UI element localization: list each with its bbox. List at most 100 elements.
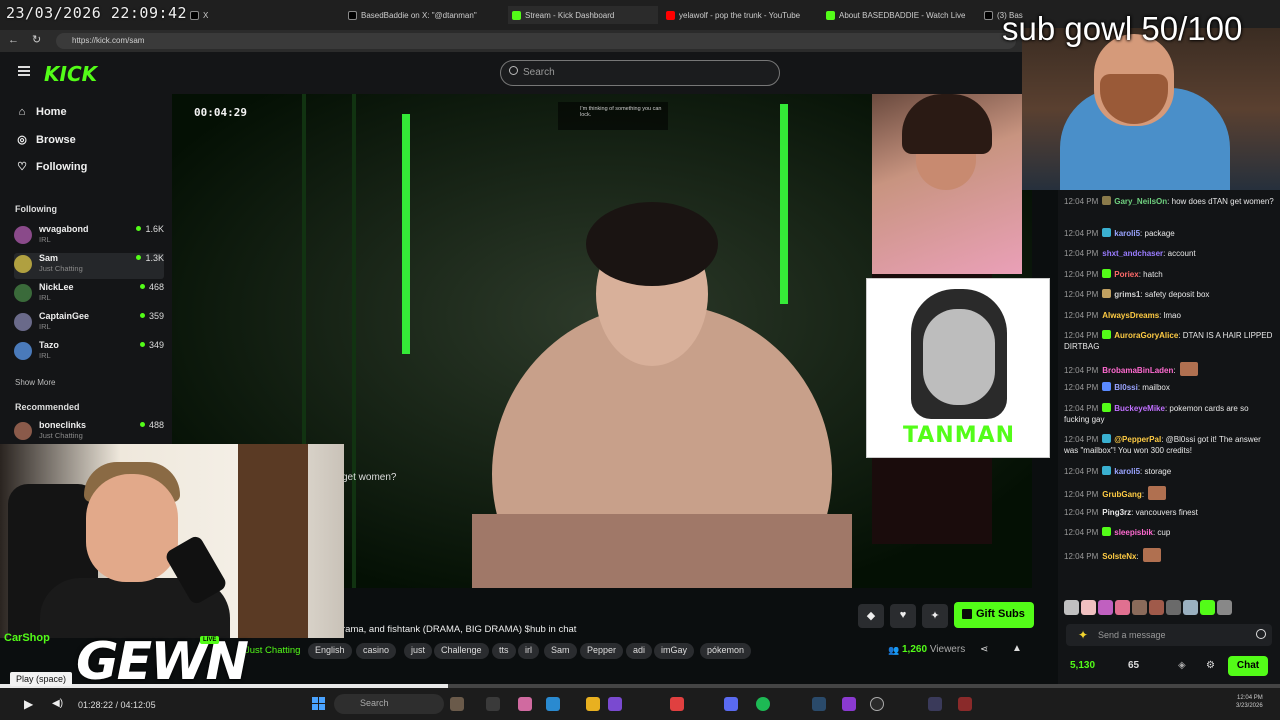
channel-item[interactable]: NickLee IRL 468 <box>14 282 164 308</box>
emote[interactable] <box>1115 600 1130 615</box>
nav-browse[interactable]: ◎ Browse <box>16 133 76 147</box>
report-icon[interactable]: ▲ <box>1012 643 1022 654</box>
tag[interactable]: Challenge <box>434 643 489 659</box>
tag[interactable]: adi <box>626 643 653 659</box>
channel-item[interactable]: boneclinks Just Chatting 488 <box>14 420 164 446</box>
windows-start-icon[interactable] <box>312 697 326 711</box>
browser-tab-active[interactable]: Stream - Kick Dashboard <box>508 6 658 24</box>
heart-icon: ♡ <box>17 161 27 173</box>
channel-item[interactable]: wvagabond IRL 1.6K <box>14 224 164 250</box>
message-username[interactable]: AuroraGoryAlice <box>1114 331 1178 340</box>
message-username[interactable]: SolsteNx <box>1102 552 1136 561</box>
message-time: 12:04 PM <box>1064 197 1099 206</box>
app-icon[interactable] <box>842 697 856 711</box>
notification-bell-button[interactable]: ◆ <box>858 604 884 628</box>
store-count[interactable]: 65 <box>1128 660 1139 671</box>
gift-icon[interactable]: ◈ <box>1178 660 1186 671</box>
clip-button[interactable]: ✦ <box>922 604 948 628</box>
tag[interactable]: tts <box>492 643 516 659</box>
search-input[interactable]: Search <box>500 60 780 86</box>
volume-icon[interactable]: ◀) <box>52 698 63 709</box>
browser-tab[interactable]: BasedBaddie on X: "@dtanman" <box>348 6 498 24</box>
emote[interactable] <box>1183 600 1198 615</box>
channel-item-active[interactable]: Sam Just Chatting 1.3K <box>14 253 164 279</box>
message-username[interactable]: karoli5 <box>1114 229 1140 238</box>
message-username[interactable]: sleepisbik <box>1114 528 1153 537</box>
x-logo-icon <box>190 10 199 20</box>
share-icon[interactable]: ⋖ <box>980 644 988 655</box>
emote[interactable] <box>1098 600 1113 615</box>
channel-item[interactable]: CaptainGee IRL 359 <box>14 311 164 337</box>
nav-home[interactable]: ⌂ Home <box>16 106 67 118</box>
chat-panel: 12:04 PM Gary_NeilsOn: how does dTAN get … <box>1058 190 1280 686</box>
tag[interactable]: pókemon <box>700 643 752 659</box>
emote <box>1142 547 1161 562</box>
emote[interactable] <box>1166 600 1181 615</box>
channel-item[interactable]: Tazo IRL 349 <box>14 340 164 366</box>
show-more-link[interactable]: Show More <box>15 378 55 387</box>
message-username[interactable]: AlwaysDreams <box>1102 311 1159 320</box>
emote[interactable] <box>1064 600 1079 615</box>
app-icon[interactable] <box>670 697 684 711</box>
url-field[interactable]: https://kick.com/sam <box>56 33 1016 49</box>
nav-following[interactable]: ♡ Following <box>16 160 87 174</box>
message-username[interactable]: Ping3rz <box>1102 508 1131 517</box>
file-explorer-icon[interactable] <box>486 697 500 711</box>
app-icon[interactable] <box>518 697 532 711</box>
overlay-image-tanman: TANMAN <box>866 278 1050 458</box>
browser-tab[interactable]: yelawolf - pop the trunk - YouTube <box>666 6 816 24</box>
message-username[interactable]: GrubGang <box>1102 490 1142 499</box>
kick-logo[interactable]: KICK <box>44 62 97 86</box>
obs-icon[interactable] <box>870 697 884 711</box>
kick-header: KICK Search <box>0 52 1060 94</box>
tag[interactable]: Sam <box>544 643 577 659</box>
app-icon[interactable] <box>958 697 972 711</box>
emote[interactable] <box>1200 600 1215 615</box>
chat-send-button[interactable]: Chat <box>1228 656 1268 676</box>
message-text: : <box>1136 551 1139 561</box>
message-username[interactable]: Bl0ssi <box>1114 383 1138 392</box>
message-username[interactable]: Gary_NeilsOn <box>1114 197 1167 206</box>
message-username[interactable]: BrobamaBinLaden <box>1102 366 1173 375</box>
discord-icon[interactable] <box>724 697 738 711</box>
edge-browser-icon[interactable] <box>546 697 560 711</box>
tag[interactable]: just <box>404 643 433 659</box>
tag[interactable]: Pepper <box>580 643 624 659</box>
steam-icon[interactable] <box>812 697 826 711</box>
emote[interactable] <box>1217 600 1232 615</box>
follow-button[interactable]: ♥ <box>890 604 916 628</box>
browser-tab[interactable]: X <box>190 6 330 24</box>
back-arrow-icon[interactable]: ← <box>8 34 19 46</box>
message-username[interactable]: Poriex <box>1114 270 1138 279</box>
gear-icon[interactable]: ⚙ <box>1206 660 1215 671</box>
message-username[interactable]: @PepperPal <box>1114 435 1161 444</box>
message-time: 12:04 PM <box>1064 290 1099 299</box>
tag[interactable]: casino <box>356 643 397 659</box>
category-link[interactable]: Just Chatting <box>245 645 300 656</box>
gift-subs-button[interactable]: Gift Subs <box>954 602 1034 628</box>
points-balance[interactable]: 5,130 <box>1070 660 1095 671</box>
app-icon[interactable] <box>928 697 942 711</box>
chat-message-input[interactable]: ✦ Send a message <box>1066 624 1272 646</box>
spotify-icon[interactable] <box>756 697 770 711</box>
taskbar-search[interactable]: Search <box>334 694 444 714</box>
tag[interactable]: imGay <box>654 643 695 659</box>
reload-icon[interactable]: ↻ <box>32 33 41 46</box>
browser-tab[interactable]: About BASEDBADDIE - Watch Live <box>826 6 976 24</box>
message-username[interactable]: BuckeyeMike <box>1114 404 1165 413</box>
menu-icon[interactable] <box>18 66 30 76</box>
sparkle-icon: ✦ <box>1078 628 1089 642</box>
chrome-icon[interactable] <box>586 697 600 711</box>
emote[interactable] <box>1149 600 1164 615</box>
app-icon[interactable] <box>450 697 464 711</box>
emote[interactable] <box>1081 600 1096 615</box>
emoji-icon[interactable] <box>1256 629 1266 639</box>
tag[interactable]: irl <box>518 643 539 659</box>
play-icon[interactable]: ▶ <box>24 697 33 711</box>
message-username[interactable]: shxt_andchaser <box>1102 249 1163 258</box>
message-username[interactable]: grims1 <box>1114 290 1140 299</box>
emote[interactable] <box>1132 600 1147 615</box>
tag[interactable]: English <box>308 643 352 659</box>
app-icon[interactable] <box>608 697 622 711</box>
message-username[interactable]: karoli5 <box>1114 467 1140 476</box>
